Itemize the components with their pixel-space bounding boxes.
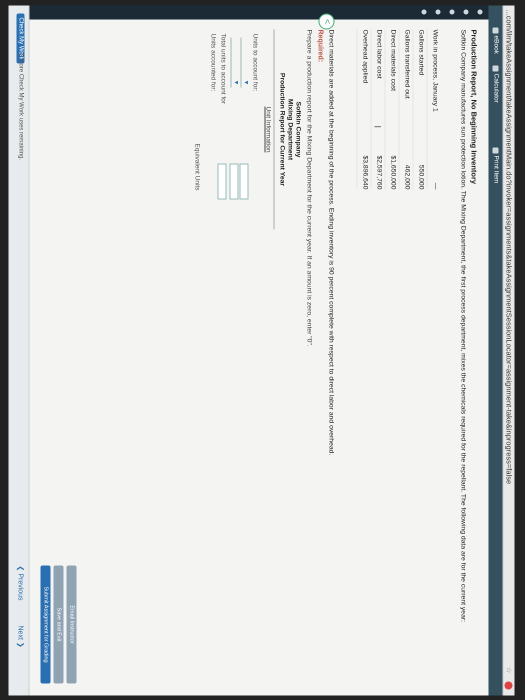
- units-dropdown-2[interactable]: ▼: [230, 37, 239, 88]
- table-row: Overhead applied $3,896,640: [356, 29, 371, 190]
- units-dropdown-1[interactable]: ▼: [240, 37, 249, 88]
- question-nav: [9, 5, 489, 20]
- url-text[interactable]: ...com/ilrn/takeAssignment/takeAssignmen…: [505, 10, 514, 485]
- instructions: Prepare a production report for the Mixi…: [305, 29, 313, 347]
- calculator-icon: [492, 65, 499, 72]
- unit-information-heading: Unit Information: [264, 106, 272, 153]
- row-value: 550,000: [417, 164, 425, 190]
- next-label: Next: [16, 625, 24, 640]
- collapse-panel-button[interactable]: <: [318, 13, 335, 30]
- ebook-button[interactable]: eBook: [489, 27, 503, 54]
- next-button[interactable]: Next ❯: [17, 626, 25, 648]
- problem-title: Production Report, No Beginning Inventor…: [469, 29, 479, 185]
- table-row: Gallons started 550,000: [412, 29, 427, 190]
- book-icon: [492, 27, 499, 34]
- total-units-label: Total units to account for: [219, 33, 227, 104]
- units-accounted-label: Units accounted for:: [209, 33, 217, 92]
- row-label: Direct labor cost: [375, 29, 383, 79]
- bookmark-star-icon[interactable]: ☆: [503, 667, 515, 674]
- email-instructor-button[interactable]: Email Instructor: [66, 565, 77, 684]
- units-input-1[interactable]: [239, 163, 249, 200]
- problem-content: Production Report, No Beginning Inventor…: [30, 13, 485, 684]
- data-table: Work in process, January 1 — Gallons sta…: [356, 29, 441, 190]
- print-icon: [492, 147, 499, 154]
- units-input-2[interactable]: [229, 163, 239, 200]
- chevron-down-icon: ▼: [242, 79, 249, 86]
- table-row: Work in process, January 1 —: [426, 29, 441, 190]
- row-label: Overhead applied: [361, 29, 369, 84]
- row-label: Work in process, January 1: [431, 29, 439, 112]
- row-value: $2,597,760: [375, 155, 383, 190]
- chevron-down-icon: ▼: [232, 79, 239, 86]
- extension-icon[interactable]: [504, 681, 513, 690]
- ebook-label: eBook: [492, 35, 500, 54]
- report-title: Production Report for Current Year: [278, 72, 286, 187]
- calculator-label: Calculator: [492, 73, 500, 103]
- previous-button[interactable]: ❮ Previous: [17, 566, 25, 601]
- units-to-account-label: Units to account for:: [251, 33, 259, 92]
- submit-assignment-button[interactable]: Submit Assignment for Grading: [40, 565, 51, 684]
- row-label: Gallons started: [417, 29, 425, 76]
- question-nav-item[interactable]: [449, 9, 455, 15]
- table-row: Direct materials cost $1,650,000: [384, 29, 399, 190]
- row-value: $3,896,640: [361, 155, 369, 190]
- process-note: Direct materials are added at the beginn…: [327, 29, 335, 456]
- assignment-toolbar: eBook Calculator Print Item: [488, 5, 503, 696]
- question-nav-item[interactable]: [477, 9, 483, 15]
- text-cursor-icon: I: [372, 125, 383, 129]
- report-company: Softkin Company: [294, 101, 302, 158]
- question-nav-item[interactable]: [463, 9, 469, 15]
- address-bar[interactable]: ...com/ilrn/takeAssignment/takeAssignmen…: [502, 5, 515, 696]
- problem-intro: Softkin Company manufactures sun protect…: [459, 29, 467, 623]
- row-label: Gallons transferred out: [403, 29, 411, 99]
- chevron-left-icon: ❮: [16, 565, 24, 574]
- remaining-text: 3 more Check My Work uses remaining.: [17, 53, 24, 161]
- row-value: 462,000: [403, 164, 411, 190]
- footer-bar: Check My Work 3 more Check My Work uses …: [8, 5, 77, 696]
- table-row: Gallons transferred out 462,000: [398, 29, 413, 190]
- print-button[interactable]: Print Item: [489, 147, 503, 184]
- equivalent-units-label: Equivalent Units: [193, 143, 201, 191]
- print-label: Print Item: [492, 155, 500, 184]
- row-label: Direct materials cost: [389, 29, 397, 92]
- total-units-input[interactable]: [217, 163, 227, 200]
- chevron-right-icon: ❯: [16, 639, 24, 648]
- row-value: $1,650,000: [389, 155, 397, 190]
- previous-label: Previous: [16, 573, 24, 601]
- calculator-button[interactable]: Calculator: [489, 65, 503, 103]
- report-header: Softkin Company Mixing Department Produc…: [278, 30, 302, 230]
- question-nav-item[interactable]: [421, 9, 427, 15]
- report-department: Mixing Department: [286, 98, 294, 161]
- required-heading: Required:: [316, 29, 324, 63]
- table-row: Direct labor cost $2,597,760: [370, 29, 385, 190]
- row-value: —: [431, 182, 439, 190]
- divider: [273, 29, 275, 230]
- photo-stage: ...com/ilrn/takeAssignment/takeAssignmen…: [0, 0, 525, 700]
- save-and-exit-button[interactable]: Save and Exit: [53, 565, 64, 684]
- browser-page: ...com/ilrn/takeAssignment/takeAssignmen…: [8, 5, 515, 696]
- question-nav-item[interactable]: [435, 9, 441, 15]
